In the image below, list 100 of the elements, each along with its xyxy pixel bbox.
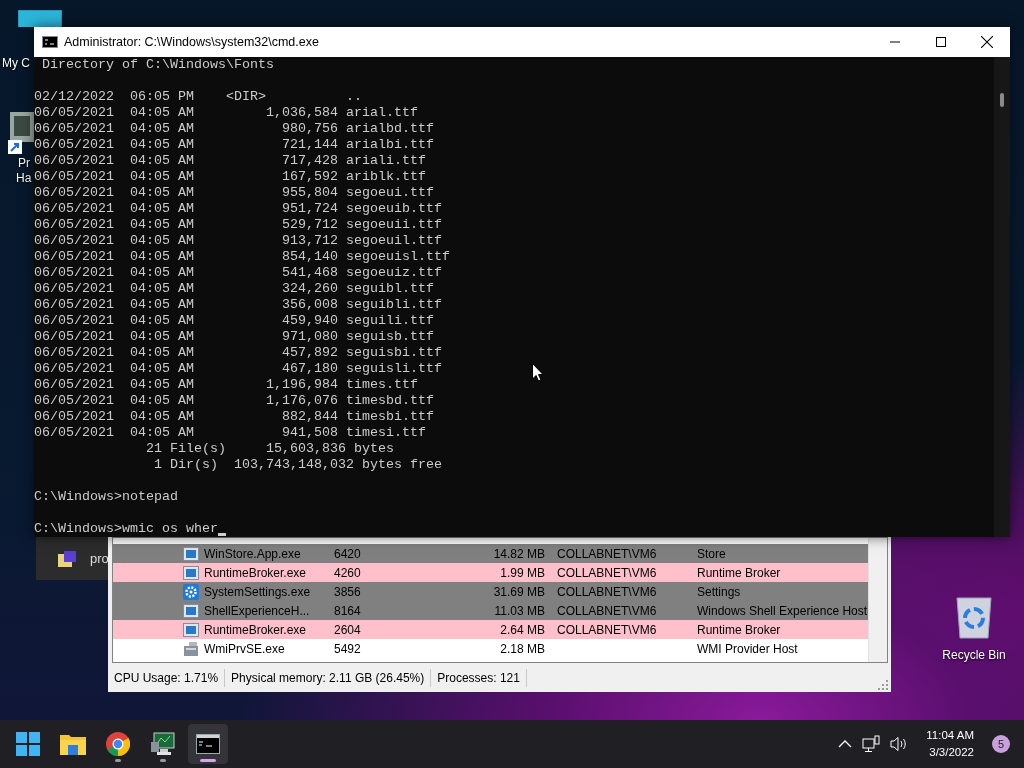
chevron-up-icon[interactable] (838, 740, 853, 748)
window-app-icon (183, 603, 199, 618)
table-row[interactable]: WinStore.App.exe 6420 14.82 MB COLLABNET\VM6 Store (113, 544, 868, 563)
console-text: 06/05/2021 04:05 AM 955,804 segoeui.ttf (34, 185, 434, 201)
console-text: Directory of C:\Windows\Fonts (41, 57, 274, 73)
table-cell-text: 2.18 MB (499, 641, 545, 656)
table-cell: Windows Shell Experience Host (697, 603, 868, 618)
table-cell: COLLABNET\VM6 (557, 603, 657, 618)
table-cell: RuntimeBroker.exe (204, 622, 307, 637)
taskbar-button[interactable] (188, 724, 228, 764)
mouse-pointer-icon (532, 363, 544, 382)
clock[interactable]: 11:04 AM 3/3/2022 (926, 727, 974, 761)
clock-date: 3/3/2022 (929, 745, 974, 760)
table-cell-text: 11.03 MB (493, 603, 545, 618)
minimize-icon (890, 41, 900, 43)
scrollbar[interactable] (994, 57, 1010, 537)
table-row[interactable]: ShellExperienceH... 8164 11.03 MB COLLABNET\VM6 Windows Shell Experience Host (113, 601, 868, 620)
table-cell: COLLABNET\VM6 (557, 584, 657, 599)
console-text: 06/05/2021 04:05 AM 541,468 segoeuiz.ttf (34, 265, 442, 281)
console-text: 06/05/2021 04:05 AM 467,180 seguisli.ttf (34, 361, 442, 377)
speaker-icon[interactable] (890, 736, 909, 752)
notification-badge[interactable]: 5 (992, 735, 1010, 753)
console-text: 06/05/2021 04:05 AM 721,144 arialbi.ttf (34, 137, 434, 153)
close-icon (981, 36, 993, 48)
console-text: 06/05/2021 04:05 AM 529,712 segoeuii.ttf (34, 217, 442, 233)
table-cell: COLLABNET\VM6 (557, 565, 657, 580)
table-cell: SystemSettings.exe (204, 584, 311, 599)
console-text: 21 File(s) 15,603,836 bytes (144, 441, 394, 457)
console-text: 06/05/2021 04:05 AM 717,428 ariali.ttf (34, 153, 426, 169)
console-text: 1 Dir(s) 103,743,148,032 bytes free (152, 457, 442, 473)
console-text: 02/12/2022 06:05 PM <DIR> .. (34, 89, 362, 105)
console-text: 06/05/2021 04:05 AM 980,756 arialbd.ttf (34, 121, 434, 137)
server-icon (183, 640, 199, 657)
recycle-bin-icon[interactable] (954, 596, 994, 640)
table-row[interactable]: RuntimeBroker.exe 4260 1.99 MB COLLABNET\VM6 Runtime Broker (113, 563, 868, 582)
computer-shortcut-icon[interactable] (8, 112, 34, 156)
table-cell-text: 5492 (334, 641, 362, 656)
table-cell-text: Runtime Broker (697, 565, 782, 580)
status-text: CPU Usage: 1.71% (112, 668, 226, 687)
table-cell-text: Runtime Broker (697, 622, 782, 637)
table-cell-text: 2604 (334, 622, 362, 637)
console-text: 06/05/2021 04:05 AM 854,140 segoeuisl.ttf (34, 249, 450, 265)
window-app-icon (183, 546, 199, 561)
table-cell: RuntimeBroker.exe (204, 565, 307, 580)
table-row[interactable]: RuntimeBroker.exe 2604 2.64 MB COLLABNET\VM6 Runtime Broker (113, 620, 868, 639)
scrollbar[interactable] (868, 538, 887, 663)
resize-grip-icon[interactable] (878, 680, 888, 690)
clock-time: 11:04 AM (926, 728, 974, 743)
table-cell-text: 1.99 MB (499, 565, 545, 580)
table-cell-text: 8164 (334, 603, 362, 618)
table-cell-text: 6420 (334, 546, 362, 561)
table-cell-text: Store (697, 546, 727, 561)
table-cell: COLLABNET\VM6 (557, 622, 657, 637)
browser-icon (106, 732, 130, 756)
maximize-icon (936, 37, 946, 47)
console-text: C:\Windows>notepad (34, 489, 178, 505)
scrollbar-thumb[interactable] (1000, 93, 1004, 107)
table-cell-text: 14.82 MB (492, 546, 545, 561)
console-text: 06/05/2021 04:05 AM 951,724 segoeuib.ttf (34, 201, 442, 217)
status-text: Physical memory: 2.11 GB (26.45%) (229, 668, 432, 687)
status-text: Processes: 121 (435, 668, 527, 687)
console-text: 06/05/2021 04:05 AM 913,712 segoeuil.ttf (34, 233, 442, 249)
gear-icon (183, 583, 199, 600)
console-text: 06/05/2021 04:05 AM 1,036,584 arial.ttf (34, 105, 418, 121)
terminal-icon (42, 36, 58, 48)
folder-icon (60, 733, 86, 755)
desktop-icon-label[interactable]: Pr (18, 156, 30, 171)
console-text: 06/05/2021 04:05 AM 1,176,076 timesbd.ttf (34, 393, 434, 409)
monitor-icon (151, 732, 175, 756)
window-app-icon (183, 622, 199, 637)
table-cell: COLLABNET\VM6 (557, 546, 657, 561)
table-cell-text: WMI Provider Host (697, 641, 799, 656)
desktop-icon-label[interactable]: My C (2, 56, 30, 71)
terminal-icon (196, 734, 220, 754)
console-text: 06/05/2021 04:05 AM 1,196,984 times.ttf (34, 377, 418, 393)
table-cell: ShellExperienceH... (204, 603, 310, 618)
console-text: 06/05/2021 04:05 AM 167,592 ariblk.ttf (34, 169, 426, 185)
window-title: pro (90, 551, 109, 566)
desktop-icon-label[interactable]: Recycle Bin (942, 648, 1006, 663)
windows-logo-icon (16, 732, 40, 756)
console-text: C:\Windows>wmic os wher (34, 521, 218, 537)
console-text: 06/05/2021 04:05 AM 356,008 seguibli.ttf (34, 297, 442, 313)
window-title: Administrator: C:\Windows\system32\cmd.exe (64, 35, 319, 49)
table-cell-text: 4260 (334, 565, 362, 580)
table-row[interactable]: SystemSettings.exe 3856 31.69 MB COLLABNET\VM6 Settings (113, 582, 868, 601)
archive-icon (58, 550, 76, 567)
table-cell: WinStore.App.exe (204, 546, 301, 561)
table-cell-text: 3856 (334, 584, 362, 599)
window-app-icon (183, 565, 199, 580)
console-text: 06/05/2021 04:05 AM 459,940 seguili.ttf (34, 313, 434, 329)
table-cell-text: Settings (697, 584, 742, 599)
console-text: 06/05/2021 04:05 AM 941,508 timesi.ttf (34, 425, 426, 441)
table-cell-text: 2.64 MB (499, 622, 545, 637)
console-text: 06/05/2021 04:05 AM 882,844 timesbi.ttf (34, 409, 434, 425)
desktop-icon-label[interactable]: Ha (16, 171, 32, 186)
network-icon[interactable] (862, 735, 881, 753)
table-cell-text: 31.69 MB (492, 584, 545, 599)
console-text: 06/05/2021 04:05 AM 971,080 seguisb.ttf (34, 329, 434, 345)
table-cell: WmiPrvSE.exe (204, 641, 285, 656)
console-text: 06/05/2021 04:05 AM 324,260 seguibl.ttf (34, 281, 434, 297)
